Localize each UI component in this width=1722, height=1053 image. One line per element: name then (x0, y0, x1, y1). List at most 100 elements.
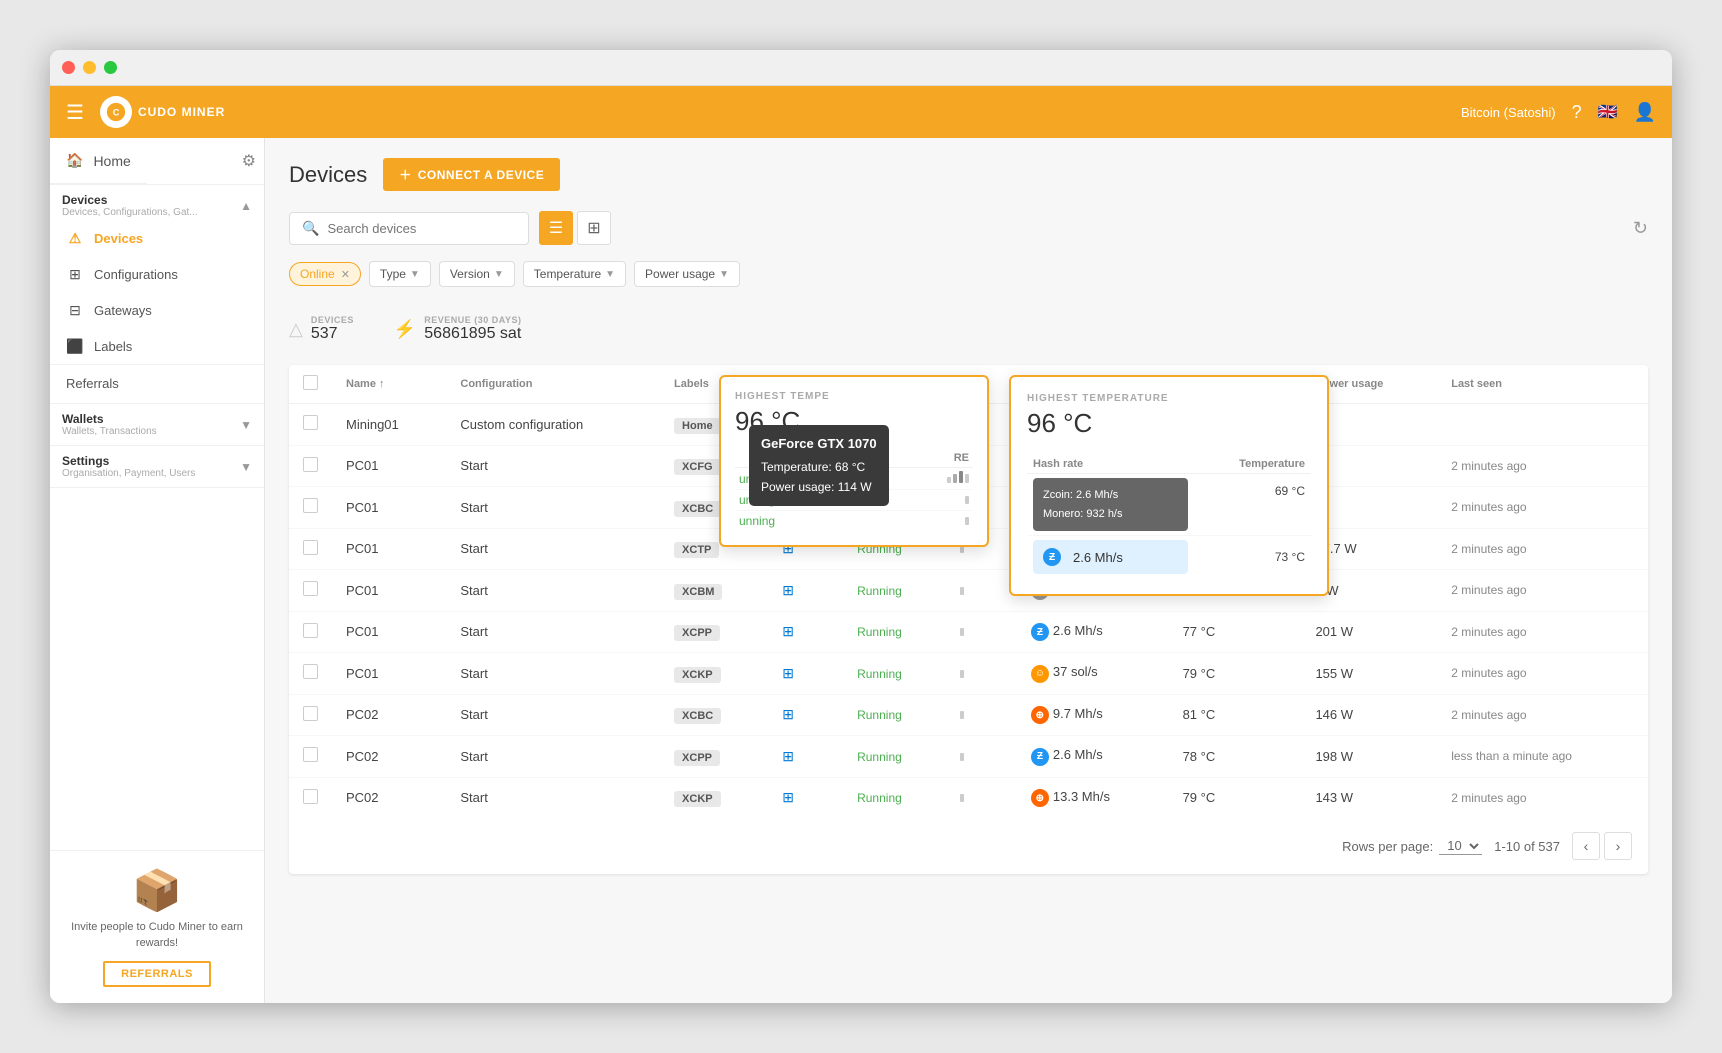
row-checkbox[interactable] (303, 623, 318, 638)
hamburger-menu[interactable]: ☰ (66, 100, 84, 125)
page-navigation: ‹ › (1572, 832, 1632, 860)
device-status: Running (857, 625, 902, 639)
col-name[interactable]: Name ↑ (332, 365, 446, 404)
temp-col-header: Temperature (1194, 455, 1311, 474)
device-name: PC01 (332, 487, 446, 529)
type-arrow-icon: ▼ (410, 269, 420, 280)
row-checkbox[interactable] (303, 789, 318, 804)
prev-page-button[interactable]: ‹ (1572, 832, 1600, 860)
row-checkbox[interactable] (303, 581, 318, 596)
device-lastseen: 2 minutes ago (1437, 570, 1648, 612)
sidebar-item-labels[interactable]: ⬛ Labels (50, 328, 264, 364)
table-row[interactable]: PC02 Start XCKP ⊞ Running ⊕13.3 Mh/s 79 … (289, 777, 1648, 818)
filter-power-usage[interactable]: Power usage ▼ (634, 261, 740, 287)
connect-device-button[interactable]: ＋ CONNECT A DEVICE (383, 158, 560, 191)
row-checkbox[interactable] (303, 540, 318, 555)
device-temp: 77 °C (1169, 611, 1302, 653)
sidebar-item-gateways[interactable]: ⊟ Gateways (50, 292, 264, 328)
settings-gear-icon[interactable]: ⚙ (242, 151, 256, 171)
table-row[interactable]: PC01 Start XCKP ⊞ Running ☺37 sol/s 79 °… (289, 653, 1648, 695)
row-checkbox[interactable] (303, 706, 318, 721)
device-label: XCKP (674, 667, 721, 683)
card-detail-row-2: Ƶ 2.6 Mh/s 73 °C (1027, 536, 1311, 579)
device-name: PC01 (332, 445, 446, 487)
row-checkbox[interactable] (303, 457, 318, 472)
device-hashrate: ⊕13.3 Mh/s (1017, 777, 1169, 818)
grid-view-button[interactable]: ⊞ (577, 211, 611, 245)
help-icon[interactable]: ? (1572, 102, 1582, 123)
list-view-button[interactable]: ☰ (539, 211, 573, 245)
referral-illustration: 📦 (66, 867, 248, 914)
referrals-button[interactable]: REFERRALS (103, 961, 211, 987)
minimize-button[interactable] (83, 61, 96, 74)
search-input[interactable] (327, 221, 516, 236)
row-checkbox[interactable] (303, 415, 318, 430)
currency-display: Bitcoin (Satoshi) (1461, 105, 1556, 120)
hash-icon: Ƶ (1031, 623, 1049, 641)
hash-icon: ⊕ (1031, 789, 1049, 807)
rows-per-page-select[interactable]: 10 25 50 (1439, 837, 1482, 855)
home-label: Home (93, 153, 130, 169)
filter-version[interactable]: Version ▼ (439, 261, 515, 287)
table-row[interactable]: PC02 Start XCBC ⊞ Running ⊕9.7 Mh/s 81 °… (289, 694, 1648, 736)
search-box[interactable]: 🔍 (289, 212, 529, 245)
refresh-button[interactable]: ↻ (1633, 218, 1648, 239)
settings-expand-icon[interactable]: ▼ (240, 460, 252, 474)
wallets-expand-icon[interactable]: ▼ (240, 418, 252, 432)
filter-type[interactable]: Type ▼ (369, 261, 431, 287)
user-account-icon[interactable]: 👤 (1634, 102, 1656, 123)
sidebar-collapse-icon[interactable]: ▲ (240, 199, 252, 213)
device-type-icon: ⊞ (782, 706, 794, 722)
device-config: Start (446, 611, 660, 653)
sidebar-item-home[interactable]: 🏠 Home (50, 138, 147, 184)
row-checkbox[interactable] (303, 747, 318, 762)
maximize-button[interactable] (104, 61, 117, 74)
device-temp: 81 °C (1169, 694, 1302, 736)
device-name: PC01 (332, 528, 446, 570)
referrals-label[interactable]: Referrals (66, 376, 119, 391)
sidebar-item-gateways-label: Gateways (94, 303, 152, 318)
device-type-icon: ⊞ (782, 789, 794, 805)
device-config: Start (446, 777, 660, 818)
device-config: Start (446, 445, 660, 487)
temperature-arrow-icon: ▼ (605, 269, 615, 280)
device-config: Start (446, 487, 660, 529)
table-row[interactable]: PC02 Start XCPP ⊞ Running Ƶ2.6 Mh/s 78 °… (289, 736, 1648, 778)
left-card-temp-label: HIGHEST TEMPE (735, 391, 973, 402)
sidebar-item-devices[interactable]: ⚠ Devices (50, 220, 264, 256)
table-row[interactable]: PC01 Start XCBM ⊞ Running ⊙14 sol/s 58 °… (289, 570, 1648, 612)
next-page-button[interactable]: › (1604, 832, 1632, 860)
devices-section-sub: Devices, Configurations, Gat... (62, 207, 198, 218)
device-label: XCPP (674, 750, 720, 766)
language-flag[interactable]: 🇬🇧 (1598, 102, 1618, 122)
device-label: Home (674, 418, 721, 434)
device-temp: 78 °C (1169, 736, 1302, 778)
device-hashrate: ☺37 sol/s (1017, 653, 1169, 695)
bottom-hash-value: 2.6 Mh/s (1073, 550, 1123, 565)
device-config: Start (446, 694, 660, 736)
sidebar: 🏠 Home ⚙ Devices Devices, Configurations… (50, 138, 265, 1003)
settings-title: Settings (62, 454, 195, 468)
revenue-stat-label: REVENUE (30 DAYS) (424, 315, 521, 325)
sidebar-item-configurations[interactable]: ⊞ Configurations (50, 256, 264, 292)
filter-temperature[interactable]: Temperature ▼ (523, 261, 626, 287)
filter-online-remove[interactable]: ✕ (341, 268, 350, 281)
settings-sub: Organisation, Payment, Users (62, 468, 195, 479)
col-configuration[interactable]: Configuration (446, 365, 660, 404)
device-lastseen: 2 minutes ago (1437, 487, 1648, 529)
row-checkbox[interactable] (303, 498, 318, 513)
filter-online[interactable]: Online ✕ (289, 262, 361, 286)
signal-bars (960, 753, 964, 761)
device-lastseen (1437, 404, 1648, 446)
wallets-section[interactable]: Wallets Wallets, Transactions ▼ (50, 404, 264, 446)
settings-section[interactable]: Settings Organisation, Payment, Users ▼ (50, 446, 264, 488)
right-highlight-card: HIGHEST TEMPERATURE 96 °C Hash rate Temp… (1009, 375, 1329, 596)
sidebar-item-configurations-label: Configurations (94, 267, 178, 282)
table-row[interactable]: PC01 Start XCPP ⊞ Running Ƶ2.6 Mh/s 77 °… (289, 611, 1648, 653)
device-label: XCBC (674, 708, 721, 724)
gpu-detail-card: Zcoin: 2.6 Mh/s Monero: 932 h/s (1033, 478, 1188, 531)
row-checkbox[interactable] (303, 664, 318, 679)
close-button[interactable] (62, 61, 75, 74)
device-power: 201 W (1301, 611, 1437, 653)
col-lastseen[interactable]: Last seen (1437, 365, 1648, 404)
